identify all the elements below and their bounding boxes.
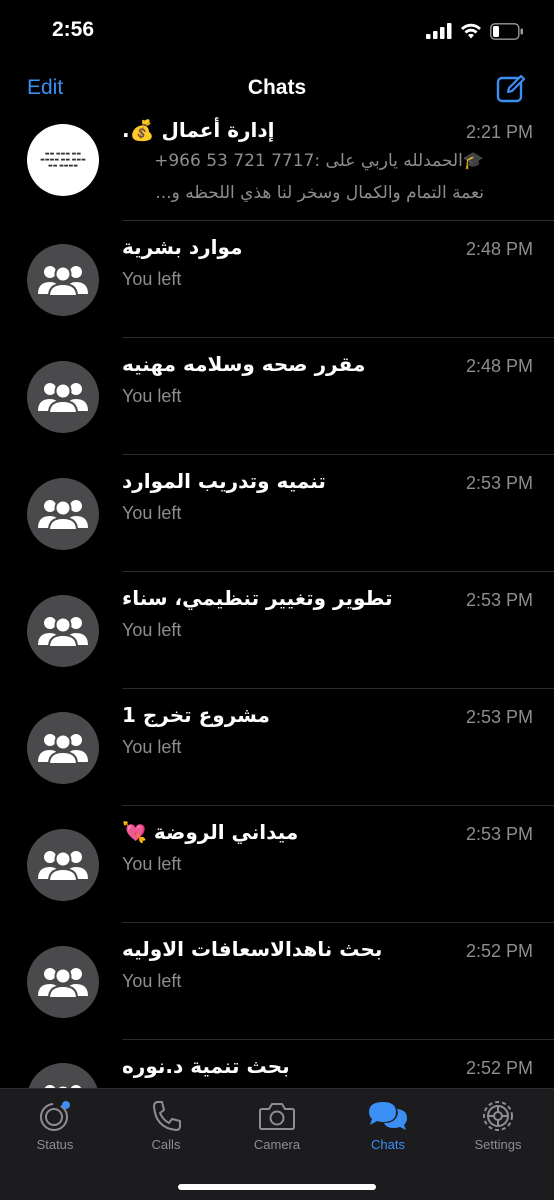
chat-row[interactable]: ▬▬ ▬▬▬ ▬▬ ▬▬▬▬ ▬▬ ▬▬▬ ▬▬ ▬▬▬▬ إدارة أعمال …	[0, 104, 554, 221]
tab-label: Calls	[151, 1137, 181, 1152]
chat-preview: You left	[122, 971, 182, 991]
tab-status[interactable]: Status	[5, 1099, 105, 1152]
group-icon	[38, 382, 88, 414]
avatar	[27, 1063, 99, 1088]
group-icon	[38, 733, 88, 765]
camera-icon	[259, 1103, 295, 1130]
page-title: Chats	[247, 76, 307, 99]
group-icon	[38, 967, 88, 999]
tab-label: Chats	[371, 1137, 405, 1152]
chat-row[interactable]: موارد بشرية 2:48 PM You left	[0, 221, 554, 338]
status-bar: 2:56	[0, 0, 554, 64]
avatar	[27, 829, 99, 901]
chat-time: 2:21 PM	[465, 122, 533, 142]
chat-time: 2:53 PM	[465, 824, 533, 844]
chat-row[interactable]: بحث ناهدالاسعافات الاوليه 2:52 PM You le…	[0, 923, 554, 1040]
avatar: ▬▬ ▬▬▬ ▬▬ ▬▬▬▬ ▬▬ ▬▬▬ ▬▬ ▬▬▬▬	[27, 124, 99, 196]
chat-row[interactable]: تطوير وتغيير تنظيمي، سناء 2:53 PM You le…	[0, 572, 554, 689]
avatar	[27, 361, 99, 433]
avatar-image: ▬▬ ▬▬▬ ▬▬ ▬▬▬▬ ▬▬ ▬▬▬ ▬▬ ▬▬▬▬	[40, 151, 86, 169]
chat-list: ▬▬ ▬▬▬ ▬▬ ▬▬▬▬ ▬▬ ▬▬▬ ▬▬ ▬▬▬▬ إدارة أعمال …	[0, 104, 554, 1088]
chat-row[interactable]: مقرر صحه وسلامه مهنيه 2:48 PM You left	[0, 338, 554, 455]
chat-bubbles-icon	[369, 1102, 407, 1130]
group-icon	[38, 265, 88, 297]
chat-row[interactable]: مشروع تخرج 1 2:53 PM You left	[0, 689, 554, 806]
tab-chats[interactable]: Chats	[338, 1099, 438, 1152]
tab-calls[interactable]: Calls	[116, 1099, 216, 1152]
tab-camera[interactable]: Camera	[227, 1099, 327, 1152]
phone-icon	[153, 1101, 181, 1131]
avatar	[27, 478, 99, 550]
chat-row[interactable]: تنميه وتدريب الموارد 2:53 PM You left	[0, 455, 554, 572]
status-icons	[426, 20, 524, 42]
chat-name: موارد بشرية	[122, 235, 243, 259]
tab-label: Settings	[474, 1137, 522, 1152]
cellular-signal-icon	[426, 23, 452, 39]
group-icon	[38, 499, 88, 531]
chat-time: 2:53 PM	[465, 707, 533, 727]
chat-name: مشروع تخرج 1	[122, 703, 270, 727]
group-icon	[38, 850, 88, 882]
chat-row[interactable]: ميداني الروضة 💘 2:53 PM You left	[0, 806, 554, 923]
chat-preview: You left	[122, 620, 182, 640]
chat-name: ميداني الروضة 💘	[122, 820, 299, 844]
navigation-bar: Edit Chats	[0, 64, 554, 116]
chat-name: مقرر صحه وسلامه مهنيه	[122, 352, 366, 376]
chat-time: 2:48 PM	[465, 356, 533, 376]
wifi-icon	[461, 23, 481, 39]
group-icon	[38, 616, 88, 648]
chat-preview: You left	[122, 854, 182, 874]
gear-icon	[483, 1101, 513, 1131]
avatar	[27, 595, 99, 667]
chat-name: تنميه وتدريب الموارد	[122, 469, 326, 493]
battery-icon	[490, 22, 523, 40]
chat-name: إدارة أعمال 💰.	[122, 118, 275, 142]
status-icon	[40, 1101, 70, 1131]
chat-preview-line: نعمة التمام والكمال وسخر لنا هذي اللحظه …	[155, 183, 484, 203]
tab-bar: Status Calls Camera Chats Settings	[0, 1088, 554, 1200]
chat-name: تطوير وتغيير تنظيمي، سناء	[122, 586, 393, 610]
chat-name: بحث ناهدالاسعافات الاوليه	[122, 937, 383, 961]
chat-row[interactable]: بحث تنمية د.نوره 2:52 PM	[0, 1040, 554, 1088]
avatar	[27, 946, 99, 1018]
home-indicator[interactable]	[178, 1184, 376, 1190]
chat-name: بحث تنمية د.نوره	[122, 1054, 290, 1078]
compose-icon[interactable]	[496, 74, 526, 104]
tab-label: Status	[36, 1137, 74, 1152]
tab-settings[interactable]: Settings	[448, 1099, 548, 1152]
chat-time: 2:53 PM	[465, 473, 533, 493]
chat-preview: You left	[122, 737, 182, 757]
chat-time: 2:53 PM	[465, 590, 533, 610]
tab-label: Camera	[253, 1137, 301, 1152]
chat-time: 2:52 PM	[465, 941, 533, 961]
chat-time: 2:52 PM	[465, 1058, 533, 1078]
chat-preview: You left	[122, 503, 182, 523]
chat-preview: You left	[122, 386, 182, 406]
chat-preview-line: 🎓الحمدلله ياربي على :7717 721 53 966+	[154, 151, 484, 171]
avatar	[27, 244, 99, 316]
avatar	[27, 712, 99, 784]
chat-time: 2:48 PM	[465, 239, 533, 259]
chat-preview: You left	[122, 269, 182, 289]
status-time: 2:56	[52, 18, 95, 41]
